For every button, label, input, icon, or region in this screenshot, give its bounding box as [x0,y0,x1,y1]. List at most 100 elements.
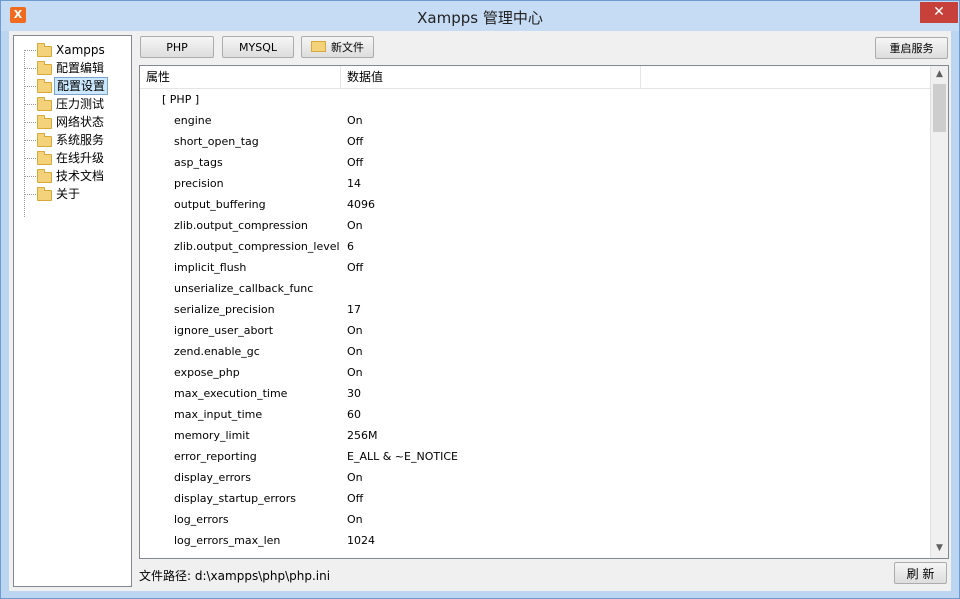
table-row[interactable]: serialize_precision 17 [140,299,930,320]
value-cell: Off [347,135,364,148]
list-header: 属性 数据值 [140,66,930,89]
table-row[interactable]: zlib.output_compression_level 6 [140,236,930,257]
restart-service-button[interactable]: 重启服务 [875,37,948,59]
scroll-up-icon[interactable]: ▲ [931,66,948,83]
table-row[interactable]: precision 14 [140,173,930,194]
tree-item-label: 系统服务 [56,133,105,147]
tree-connector [24,122,36,123]
table-row[interactable]: unserialize_callback_func [140,278,930,299]
tree-item[interactable]: 配置设置 [24,77,129,95]
table-row[interactable]: short_open_tag Off [140,131,930,152]
property-cell: engine [174,114,212,127]
table-row[interactable]: memory_limit 256M [140,425,930,446]
property-cell: ignore_user_abort [174,324,274,337]
new-file-button[interactable]: 新文件 [301,36,374,58]
property-cell: unserialize_callback_func [174,282,314,295]
nav-tree: Xampps 配置编辑 配置设置压力测试网络状态系统服务在线升级技术文档关于 [13,35,132,587]
folder-icon [37,97,52,111]
table-row[interactable]: display_errors On [140,467,930,488]
table-row[interactable]: expose_php On [140,362,930,383]
table-row[interactable]: log_errors_max_len 1024 [140,530,930,551]
folder-icon [37,151,52,165]
tree-item[interactable]: 配置编辑 [24,59,129,77]
app-window: X Xampps 管理中心 ✕ Xampps 配置编辑 配置设置压力测试网络状态系统… [0,0,960,599]
scroll-thumb[interactable] [933,84,946,132]
column-header-property[interactable]: 属性 [140,66,341,88]
value-cell: 256M [347,429,378,442]
folder-icon [37,187,52,201]
tree-connector [24,158,36,159]
client-area: Xampps 配置编辑 配置设置压力测试网络状态系统服务在线升级技术文档关于 PHP… [9,31,951,591]
value-cell: Off [347,492,364,505]
tree-item[interactable]: 关于 [24,185,129,203]
tree-item-label: 关于 [56,187,81,201]
value-cell: 30 [347,387,361,400]
table-row[interactable]: ignore_user_abort On [140,320,930,341]
value-cell: 17 [347,303,361,316]
value-cell: 14 [347,177,361,190]
table-row[interactable]: error_reporting E_ALL & ~E_NOTICE [140,446,930,467]
value-cell: Off [347,156,364,169]
tree-item-label: 压力测试 [56,97,105,111]
section-label: [ PHP ] [162,93,200,106]
table-row[interactable]: zlib.output_compression On [140,215,930,236]
tree-item-label: 在线升级 [56,151,105,165]
value-cell: On [347,114,363,127]
section-row[interactable]: [ PHP ] [140,89,930,110]
table-row[interactable]: engine On [140,110,930,131]
table-row[interactable]: max_execution_time 30 [140,383,930,404]
property-cell: error_reporting [174,450,257,463]
vertical-scrollbar[interactable]: ▲ ▼ [930,66,948,558]
close-button[interactable]: ✕ [920,2,958,23]
tree-item[interactable]: 技术文档 [24,167,129,185]
folder-icon [37,79,52,93]
value-cell: 1024 [347,534,375,547]
property-cell: implicit_flush [174,261,247,274]
tree-item-label: Xampps [56,43,105,57]
table-row[interactable]: max_input_time 60 [140,404,930,425]
scroll-down-icon[interactable]: ▼ [931,540,948,557]
property-cell: precision [174,177,224,190]
config-list[interactable]: 属性 数据值 [ PHP ] engine On short_open_tag Off… [139,65,949,559]
tree-item[interactable]: Xampps [24,41,129,59]
value-cell: E_ALL & ~E_NOTICE [347,450,458,463]
file-path-label: 文件路径: d:\xampps\php\php.ini [139,569,331,583]
value-cell: On [347,513,363,526]
folder-icon [311,41,326,52]
tree-item[interactable]: 网络状态 [24,113,129,131]
property-cell: display_errors [174,471,251,484]
refresh-button[interactable]: 刷 新 [894,562,947,584]
tree-connector [24,104,36,105]
value-cell: 6 [347,240,354,253]
tree-connector [24,194,36,195]
property-cell: max_execution_time [174,387,288,400]
property-cell: expose_php [174,366,240,379]
title-bar[interactable]: X Xampps 管理中心 ✕ [1,1,959,31]
php-button[interactable]: PHP [140,36,214,58]
value-cell: On [347,324,363,337]
folder-icon [37,43,52,57]
property-cell: log_errors_max_len [174,534,281,547]
window-title: Xampps 管理中心 [417,9,543,27]
tree-connector [24,140,36,141]
table-row[interactable]: implicit_flush Off [140,257,930,278]
property-cell: memory_limit [174,429,250,442]
property-cell: zlib.output_compression_level [174,240,340,253]
value-cell: 4096 [347,198,375,211]
tree-item[interactable]: 在线升级 [24,149,129,167]
column-header-value[interactable]: 数据值 [341,66,641,88]
value-cell: 60 [347,408,361,421]
table-row[interactable]: asp_tags Off [140,152,930,173]
table-row[interactable]: output_buffering 4096 [140,194,930,215]
folder-icon [37,169,52,183]
tree-item[interactable]: 系统服务 [24,131,129,149]
table-row[interactable]: log_errors On [140,509,930,530]
table-row[interactable]: zend.enable_gc On [140,341,930,362]
table-row[interactable]: display_startup_errors Off [140,488,930,509]
tree-item-label: 网络状态 [56,115,105,129]
property-cell: asp_tags [174,156,223,169]
value-cell: Off [347,261,364,274]
mysql-button[interactable]: MYSQL [222,36,294,58]
tree-item[interactable]: 压力测试 [24,95,129,113]
value-cell: On [347,366,363,379]
